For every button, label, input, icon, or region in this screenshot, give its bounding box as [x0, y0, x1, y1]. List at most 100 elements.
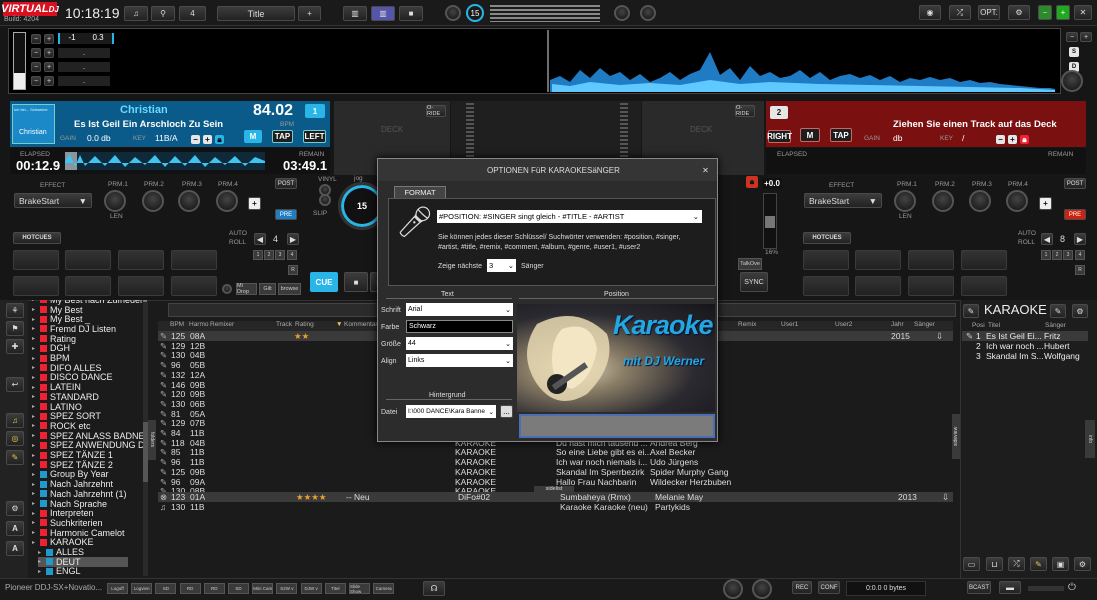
shuffle-button[interactable]: ⤮ — [949, 5, 971, 20]
bottom-button[interactable]: SD — [155, 583, 177, 594]
sidelist-row[interactable]: ⊗ 123 01A ★★★★ -- Neu DiFo#02 Sumbaheya (Rmx) M… — [158, 492, 953, 502]
file-select[interactable]: I:\000 DANCE\Kara Banne ⌄ — [406, 405, 496, 418]
color-field[interactable]: Schwarz — [406, 320, 513, 333]
position-drag-box[interactable] — [519, 414, 715, 438]
tree-item[interactable]: ▸ KARAOKE — [32, 537, 94, 547]
col-track[interactable]: Track — [276, 321, 292, 328]
bottom-button[interactable]: Mini Cam — [252, 583, 274, 594]
col-user2[interactable]: User2 — [835, 321, 852, 328]
tree-item[interactable]: ▸ My Best _ — [32, 314, 90, 324]
top-knob-right[interactable] — [614, 5, 630, 21]
deck1-effect-select[interactable]: BrakeStart ▼ — [14, 193, 92, 208]
col-remixer[interactable]: Remixer — [210, 321, 234, 328]
close-button[interactable]: ✕ — [1074, 5, 1092, 20]
deck1-pad-8[interactable] — [171, 276, 217, 296]
deck2-loop-r[interactable]: R — [1075, 265, 1085, 275]
col-saenger[interactable]: Sänger — [914, 321, 935, 328]
col-remix[interactable]: Remix — [738, 321, 756, 328]
tree-tool-4[interactable]: ↩ — [6, 377, 24, 392]
deck2-prm1-knob[interactable] — [894, 190, 916, 212]
deck2-lock-button[interactable]: 🔒︎ — [746, 176, 758, 188]
table-row[interactable]: ✎ 85 11B KARAOKE So eine Liebe gibt es ei...… — [158, 447, 953, 457]
deck1-loop-1[interactable]: 1 — [253, 250, 263, 260]
deck2-pad-1[interactable] — [803, 250, 849, 270]
deck2-effect-select[interactable]: BrakeStart ▼ — [804, 193, 882, 208]
deck2-loop-right[interactable]: ▶ — [1074, 233, 1086, 245]
deck2-loop-4[interactable]: 4 — [1075, 250, 1085, 260]
deck2-prm3-knob[interactable] — [969, 190, 991, 212]
deck1-key-lock[interactable]: 🔒︎ — [215, 135, 224, 144]
tree-item[interactable]: ▸ SPEZ SORT — [32, 411, 101, 421]
bottom-button[interactable]: RD — [203, 583, 225, 594]
deck1-key-minus[interactable]: − — [191, 135, 200, 144]
deck1-pad-7[interactable] — [118, 276, 164, 296]
table-row[interactable]: ✎ 96 09A KARAOKE Hallo Frau Nachbarin Wildeck… — [158, 477, 953, 487]
deck1-pre-button[interactable]: PRE — [275, 209, 297, 220]
bottom-meter-button[interactable]: ▬ — [999, 581, 1021, 594]
talkover-button[interactable]: TalkOve — [738, 258, 762, 270]
deck1-fx-add[interactable]: + — [248, 197, 261, 210]
deck2-pad-5[interactable] — [803, 276, 849, 296]
pitch-plus-3[interactable]: + — [44, 62, 54, 72]
zoom-in-button[interactable]: + — [1080, 32, 1092, 42]
sync-view-button[interactable]: ◉ — [919, 5, 941, 20]
deck1-prm3-knob[interactable] — [178, 190, 200, 212]
pitch-plus-2[interactable]: + — [44, 48, 54, 58]
deck1-pad-2[interactable] — [65, 250, 111, 270]
deck2-tap-button[interactable]: TAP — [830, 128, 852, 142]
deck2-pad-6[interactable] — [855, 276, 901, 296]
align-select[interactable]: Links ⌄ — [406, 354, 513, 367]
sideview-tab[interactable]: sideview — [952, 414, 960, 459]
bottom-button[interactable]: SD — [228, 583, 249, 594]
deck1-overview-waveform[interactable] — [65, 152, 265, 170]
scrolling-waveform[interactable] — [120, 30, 1055, 92]
options-button[interactable]: OPT. — [978, 5, 1000, 20]
deck1-pad-4[interactable] — [171, 250, 217, 270]
karaoke-bottom-6[interactable]: ⚙ — [1074, 557, 1091, 571]
master-volume-knob[interactable] — [1061, 70, 1083, 92]
layout-name-button[interactable]: Title — [217, 6, 295, 21]
bottom-button[interactable]: Slide Show — [349, 583, 370, 594]
deck1-loop-4[interactable]: 4 — [287, 250, 297, 260]
deck1-left-button[interactable]: LEFT — [303, 130, 326, 143]
tree-tool-2[interactable]: ⚑ — [6, 321, 24, 336]
tree-item[interactable]: ▸ Nach Jahrzehnt — [32, 479, 113, 489]
deck1-cue-button[interactable]: CUE — [310, 272, 338, 292]
karaoke-row[interactable]: 1 Es Ist Geil Ei... Fritz ✎ — [962, 331, 1088, 341]
deck2-loop-3[interactable]: 3 — [1063, 250, 1073, 260]
bottom-button[interactable]: Logvien — [131, 583, 153, 594]
pitch-minus-2[interactable]: − — [31, 48, 41, 58]
deck2-m-button[interactable]: M — [800, 128, 820, 142]
mi-drop-button[interactable]: Mi Drop — [236, 283, 257, 295]
tree-tool-5[interactable]: ♫ — [6, 413, 24, 428]
deck2-number[interactable]: 2 — [770, 106, 788, 119]
tree-item[interactable]: ▸ STANDARD — [32, 392, 99, 402]
minimize-button[interactable]: − — [1038, 5, 1052, 20]
music-note-button[interactable]: ♫ — [124, 6, 148, 21]
table-row[interactable]: ✎ 96 11B KARAOKE Ich war noch niemals i... Ud… — [158, 457, 953, 467]
tree-item[interactable]: ▸ DEUT — [38, 557, 128, 567]
deck1-pad-3[interactable] — [118, 250, 164, 270]
deck1-pad-1[interactable] — [13, 250, 59, 270]
tree-tool-1[interactable]: ⚘ — [6, 303, 24, 318]
tree-item[interactable]: ▸ Harmonic Camelot — [32, 528, 125, 538]
deck1-prm4-knob[interactable] — [216, 190, 238, 212]
col-bpm[interactable]: BPM — [170, 321, 184, 328]
karaoke-bottom-4[interactable]: ✎ — [1030, 557, 1047, 571]
karaoke-row[interactable]: 3 Skandal Im S... Wolfgang — [962, 351, 1088, 361]
tree-tool-7[interactable]: ✎ — [6, 450, 24, 465]
deck2-key-minus[interactable]: − — [996, 135, 1005, 144]
deck1-hotcues-tab[interactable]: HOTCUES — [13, 232, 61, 244]
deck1-tap-button[interactable]: TAP — [272, 130, 293, 143]
format-tab[interactable]: FORMAT — [394, 186, 446, 198]
tree-item[interactable]: ▸ DGH — [32, 343, 70, 353]
position-preview[interactable]: Karaoke mit DJ Werner — [517, 304, 715, 412]
bottom-button[interactable]: Logoff — [107, 583, 128, 594]
tree-item[interactable]: ▸ ENGL — [38, 566, 81, 576]
deck2-pitch-slider[interactable] — [763, 193, 777, 249]
deck1-loop-left[interactable]: ◀ — [254, 233, 266, 245]
deck2-fx-add[interactable]: + — [1039, 197, 1052, 210]
tree-tool-8[interactable]: ⚙ — [6, 501, 24, 516]
tree-item[interactable]: ▸ Fremd DJ Listen — [32, 324, 116, 334]
col-kommentar[interactable]: Kommentar — [344, 321, 378, 328]
